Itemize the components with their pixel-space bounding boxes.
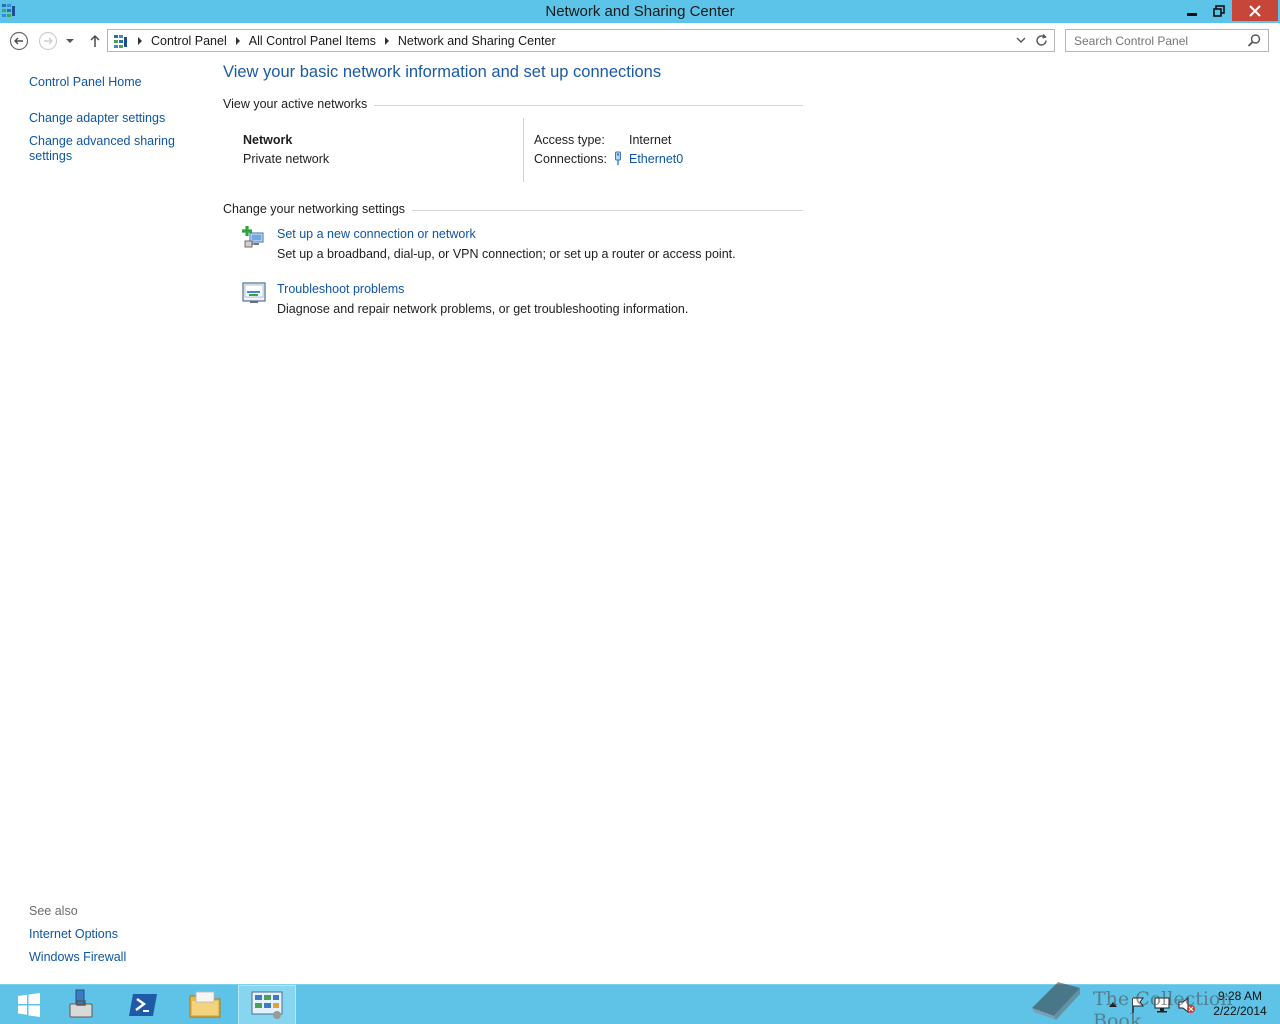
- start-button[interactable]: [0, 985, 58, 1024]
- file-explorer-icon: [189, 991, 221, 1018]
- start-icon: [18, 993, 40, 1017]
- search-box[interactable]: [1065, 29, 1269, 52]
- address-bar[interactable]: Control Panel All Control Panel Items Ne…: [107, 29, 1055, 52]
- breadcrumb-separator[interactable]: [235, 36, 240, 45]
- forward-button[interactable]: [38, 31, 58, 51]
- recent-locations-button[interactable]: [63, 31, 77, 51]
- network-name: Network: [243, 133, 293, 147]
- search-icon[interactable]: [1247, 33, 1262, 48]
- restore-icon: [1212, 4, 1225, 17]
- control-panel-icon: [251, 991, 283, 1019]
- setup-new-connection-link[interactable]: Set up a new connection or network: [277, 227, 476, 241]
- breadcrumb-separator[interactable]: [138, 36, 142, 45]
- active-networks-section: View your active networks: [223, 97, 803, 111]
- setup-new-connection-description: Set up a broadband, dial-up, or VPN conn…: [277, 247, 736, 261]
- breadcrumb-network-sharing[interactable]: Network and Sharing Center: [398, 34, 556, 48]
- ethernet-connection-link[interactable]: Ethernet0: [629, 152, 683, 166]
- taskbar-control-panel[interactable]: [238, 985, 296, 1024]
- watermark-text: The Collection Book: [1093, 988, 1233, 1024]
- vertical-divider: [523, 118, 524, 182]
- taskbar-file-explorer[interactable]: [176, 985, 234, 1024]
- active-networks-title: View your active networks: [223, 97, 368, 111]
- minimize-button[interactable]: [1178, 0, 1205, 21]
- troubleshoot-problems-description: Diagnose and repair network problems, or…: [277, 302, 689, 316]
- window-title: Network and Sharing Center: [545, 3, 735, 20]
- network-category: Private network: [243, 152, 330, 166]
- change-advanced-sharing-settings-link[interactable]: Change advanced sharing settings: [29, 134, 179, 164]
- new-connection-icon[interactable]: [241, 224, 267, 250]
- section-divider: [412, 209, 803, 211]
- breadcrumb-control-panel[interactable]: Control Panel: [151, 34, 227, 48]
- windows-firewall-link[interactable]: Windows Firewall: [29, 950, 189, 965]
- connections-label: Connections:: [534, 152, 607, 166]
- up-arrow-icon: [90, 34, 100, 47]
- back-arrow-icon: [9, 31, 29, 51]
- close-icon: [1249, 4, 1261, 17]
- refresh-icon[interactable]: [1034, 33, 1049, 48]
- change-settings-section: Change your networking settings: [223, 202, 803, 216]
- see-also-label: See also: [29, 904, 78, 918]
- ethernet-icon: [615, 151, 621, 165]
- change-settings-title: Change your networking settings: [223, 202, 406, 216]
- control-panel-icon: [114, 34, 127, 48]
- taskbar-server-manager[interactable]: [52, 985, 110, 1024]
- taskbar-powershell[interactable]: [114, 985, 172, 1024]
- title-bar: Network and Sharing Center: [0, 0, 1280, 23]
- access-type-value: Internet: [629, 133, 672, 147]
- powershell-icon: [129, 994, 157, 1016]
- forward-arrow-icon: [38, 31, 58, 51]
- navigation-bar: Control Panel All Control Panel Items Ne…: [0, 23, 1280, 59]
- server-manager-icon: [69, 989, 93, 1018]
- control-panel-home-link[interactable]: Control Panel Home: [29, 75, 189, 90]
- breadcrumb-all-items[interactable]: All Control Panel Items: [249, 34, 376, 48]
- restore-button[interactable]: [1205, 0, 1232, 21]
- section-divider: [374, 104, 803, 106]
- address-dropdown-icon[interactable]: [1014, 33, 1028, 47]
- up-button[interactable]: [85, 31, 105, 51]
- access-type-label: Access type:: [534, 133, 605, 147]
- troubleshoot-problems-link[interactable]: Troubleshoot problems: [277, 282, 404, 296]
- search-input[interactable]: [1066, 30, 1244, 51]
- change-adapter-settings-link[interactable]: Change adapter settings: [29, 111, 189, 126]
- internet-options-link[interactable]: Internet Options: [29, 927, 189, 942]
- breadcrumb-separator[interactable]: [384, 36, 389, 45]
- troubleshoot-icon[interactable]: [241, 280, 267, 306]
- close-button[interactable]: [1232, 0, 1278, 21]
- chevron-down-icon: [66, 39, 74, 43]
- breadcrumb: Control Panel All Control Panel Items Ne…: [112, 30, 556, 51]
- back-button[interactable]: [9, 31, 29, 51]
- page-title: View your basic network information and …: [223, 63, 662, 81]
- minimize-icon: [1186, 12, 1197, 16]
